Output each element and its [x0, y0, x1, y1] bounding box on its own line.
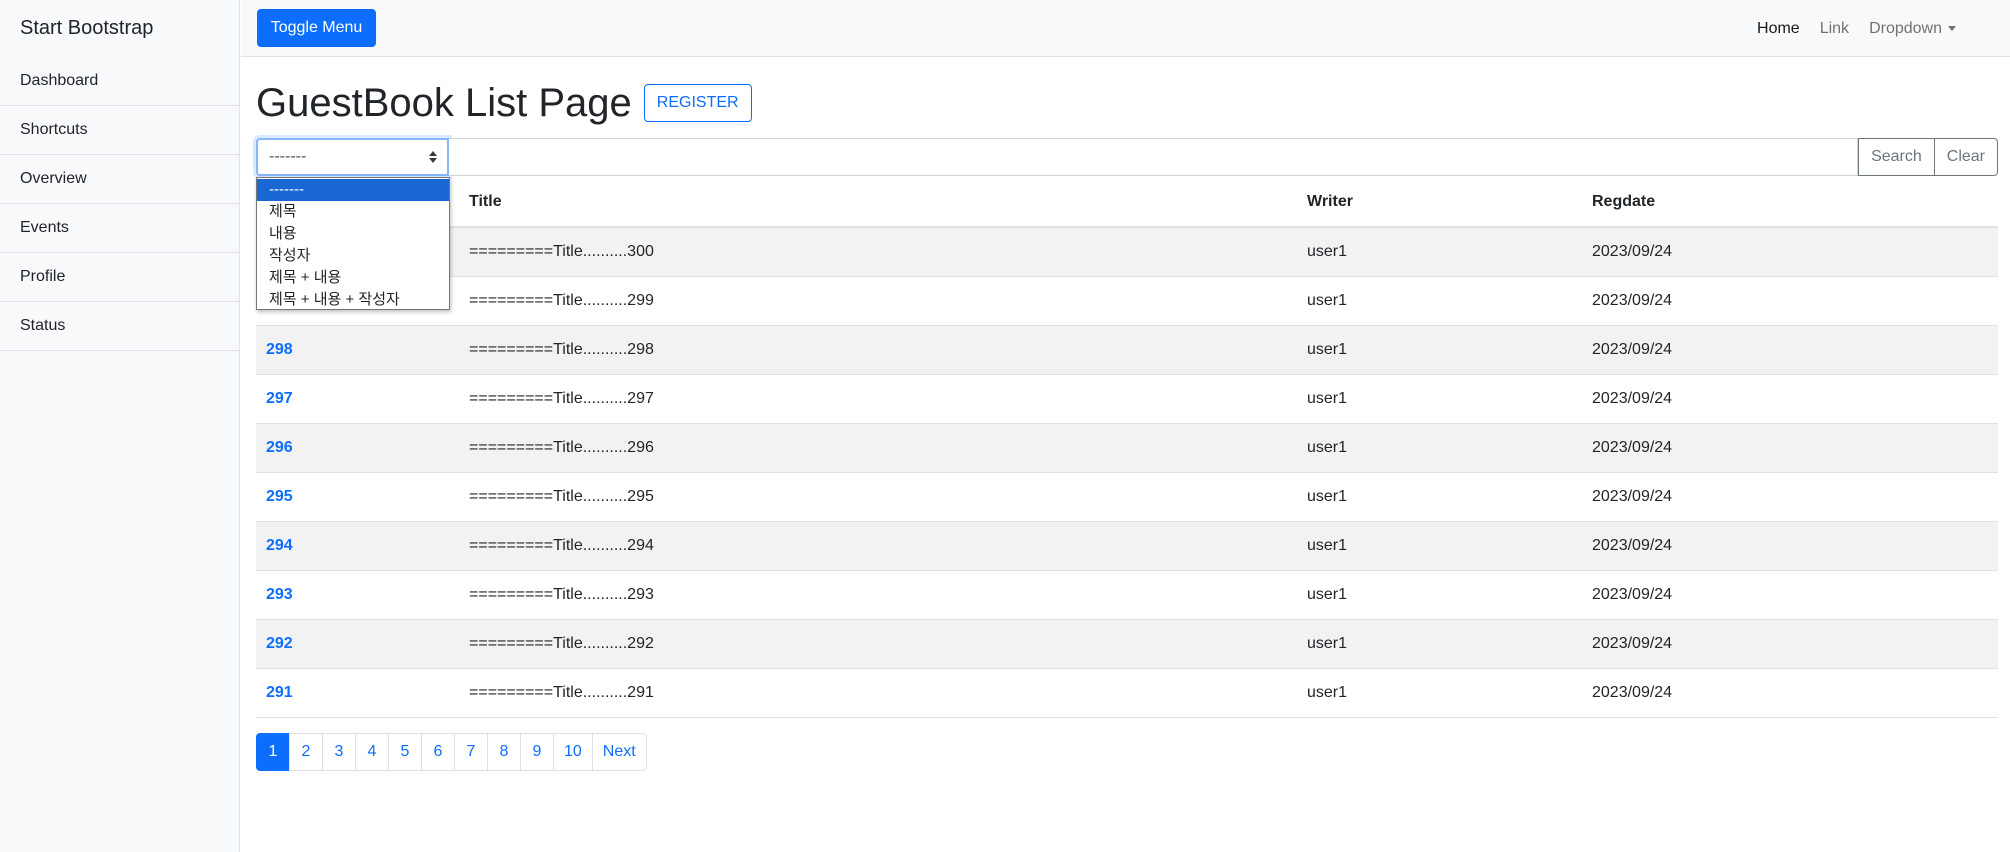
- clear-button[interactable]: Clear: [1934, 138, 1998, 176]
- toggle-menu-button[interactable]: Toggle Menu: [257, 9, 376, 47]
- table-row: 296 =========Title..........296 user1 20…: [256, 423, 1998, 473]
- column-header-regdate: Regdate: [1582, 177, 1998, 228]
- search-type-option-title-content[interactable]: 제목 + 내용: [257, 267, 449, 289]
- search-type-option-all[interactable]: 제목 + 내용 + 작성자: [257, 289, 449, 311]
- page-link-2[interactable]: 2: [289, 733, 323, 771]
- top-navbar: Toggle Menu Home Link Dropdown: [241, 0, 2010, 57]
- column-header-writer: Writer: [1297, 177, 1582, 228]
- page-link-7[interactable]: 7: [454, 733, 488, 771]
- row-title: =========Title..........294: [459, 521, 1297, 571]
- row-regdate: 2023/09/24: [1582, 668, 1998, 718]
- row-writer: user1: [1297, 325, 1582, 375]
- page-link-10[interactable]: 10: [553, 733, 593, 771]
- search-type-option-none[interactable]: -------: [257, 179, 449, 201]
- row-title: =========Title..........291: [459, 668, 1297, 718]
- title-row: GuestBook List Page REGISTER: [256, 83, 752, 123]
- row-title: =========Title..........300: [459, 227, 1297, 277]
- row-number-link[interactable]: 297: [256, 374, 459, 424]
- row-number-link[interactable]: 295: [256, 472, 459, 522]
- sidebar-item-events[interactable]: Events: [0, 204, 239, 253]
- search-type-option-title[interactable]: 제목: [257, 201, 449, 223]
- row-number-link[interactable]: 291: [256, 668, 459, 718]
- search-type-value: -------: [269, 148, 307, 165]
- search-type-option-content[interactable]: 내용: [257, 223, 449, 245]
- keyword-input[interactable]: [449, 138, 1859, 176]
- pagination: 1 2 3 4 5 6 7 8 9 10 Next: [256, 733, 647, 771]
- table-row: 291 =========Title..........291 user1 20…: [256, 668, 1998, 718]
- search-type-option-writer[interactable]: 작성자: [257, 245, 449, 267]
- row-writer: user1: [1297, 227, 1582, 277]
- row-regdate: 2023/09/24: [1582, 619, 1998, 669]
- table-row: 293 =========Title..........293 user1 20…: [256, 570, 1998, 620]
- row-title: =========Title..........297: [459, 374, 1297, 424]
- row-regdate: 2023/09/24: [1582, 472, 1998, 522]
- row-regdate: 2023/09/24: [1582, 374, 1998, 424]
- page-link-5[interactable]: 5: [388, 733, 422, 771]
- row-number-link[interactable]: 298: [256, 325, 459, 375]
- sidebar-item-shortcuts[interactable]: Shortcuts: [0, 106, 239, 155]
- row-title: =========Title..........296: [459, 423, 1297, 473]
- table-row: 297 =========Title..........297 user1 20…: [256, 374, 1998, 424]
- sidebar-item-overview[interactable]: Overview: [0, 155, 239, 204]
- row-number-link[interactable]: 292: [256, 619, 459, 669]
- row-number-link[interactable]: 296: [256, 423, 459, 473]
- table-header-row: Title Writer Regdate: [256, 177, 1998, 228]
- guestbook-table: Title Writer Regdate 300 =========Title.…: [256, 177, 1998, 718]
- row-writer: user1: [1297, 472, 1582, 522]
- row-writer: user1: [1297, 668, 1582, 718]
- sidebar-item-status[interactable]: Status: [0, 302, 239, 351]
- table-row: 294 =========Title..........294 user1 20…: [256, 521, 1998, 571]
- select-arrows-icon: [429, 151, 437, 163]
- page-link-1[interactable]: 1: [256, 733, 290, 771]
- row-writer: user1: [1297, 619, 1582, 669]
- page-link-4[interactable]: 4: [355, 733, 389, 771]
- row-title: =========Title..........298: [459, 325, 1297, 375]
- sidebar-item-profile[interactable]: Profile: [0, 253, 239, 302]
- table-row: 300 =========Title..........300 user1 20…: [256, 227, 1998, 277]
- table-row: 298 =========Title..........298 user1 20…: [256, 325, 1998, 375]
- row-title: =========Title..........295: [459, 472, 1297, 522]
- row-writer: user1: [1297, 521, 1582, 571]
- page-link-8[interactable]: 8: [487, 733, 521, 771]
- caret-down-icon: [1948, 25, 1956, 31]
- nav-link[interactable]: Link: [1820, 20, 1849, 38]
- row-title: =========Title..........299: [459, 276, 1297, 326]
- row-writer: user1: [1297, 276, 1582, 326]
- register-button[interactable]: REGISTER: [643, 84, 752, 122]
- row-regdate: 2023/09/24: [1582, 521, 1998, 571]
- search-form: ------- Search Clear: [256, 138, 1998, 176]
- sidebar-heading: Start Bootstrap: [20, 17, 154, 39]
- sidebar: Start Bootstrap Dashboard Shortcuts Over…: [0, 0, 240, 852]
- search-type-select[interactable]: -------: [256, 138, 449, 176]
- page-link-6[interactable]: 6: [421, 733, 455, 771]
- row-regdate: 2023/09/24: [1582, 570, 1998, 620]
- nav-home-link[interactable]: Home: [1757, 20, 1800, 38]
- row-writer: user1: [1297, 423, 1582, 473]
- table-row: 295 =========Title..........295 user1 20…: [256, 472, 1998, 522]
- row-regdate: 2023/09/24: [1582, 423, 1998, 473]
- row-writer: user1: [1297, 374, 1582, 424]
- page-link-3[interactable]: 3: [322, 733, 356, 771]
- column-header-title: Title: [459, 177, 1297, 228]
- page-title: GuestBook List Page: [256, 81, 632, 125]
- page-next-link[interactable]: Next: [591, 733, 647, 771]
- row-regdate: 2023/09/24: [1582, 276, 1998, 326]
- row-regdate: 2023/09/24: [1582, 227, 1998, 277]
- row-title: =========Title..........293: [459, 570, 1297, 620]
- search-button[interactable]: Search: [1858, 138, 1935, 176]
- row-regdate: 2023/09/24: [1582, 325, 1998, 375]
- search-type-dropdown: ------- 제목 내용 작성자 제목 + 내용 제목 + 내용 + 작성자: [256, 177, 450, 310]
- table-row: 299 =========Title..........299 user1 20…: [256, 276, 1998, 326]
- table-row: 292 =========Title..........292 user1 20…: [256, 619, 1998, 669]
- row-number-link[interactable]: 294: [256, 521, 459, 571]
- sidebar-item-dashboard[interactable]: Dashboard: [0, 57, 239, 106]
- row-writer: user1: [1297, 570, 1582, 620]
- row-number-link[interactable]: 293: [256, 570, 459, 620]
- row-title: =========Title..........292: [459, 619, 1297, 669]
- nav-dropdown[interactable]: Dropdown: [1869, 20, 1956, 38]
- top-nav: Home Link Dropdown: [1757, 0, 1956, 57]
- page-link-9[interactable]: 9: [520, 733, 554, 771]
- nav-dropdown-label: Dropdown: [1869, 19, 1942, 37]
